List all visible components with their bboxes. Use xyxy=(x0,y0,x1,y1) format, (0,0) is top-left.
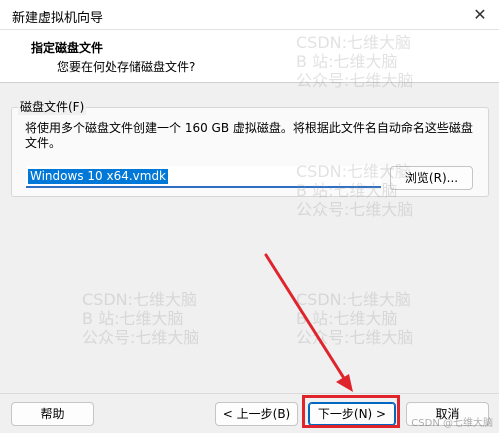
watermark-line: 公众号:七维大脑 xyxy=(82,328,200,347)
next-button[interactable]: 下一步(N) > xyxy=(308,402,396,426)
title-bar: 新建虚拟机向导 ✕ xyxy=(0,0,499,30)
credit-watermark: CSDN @七维大脑 xyxy=(411,418,493,429)
watermark-line: B 站:七维大脑 xyxy=(82,309,184,328)
disk-file-description: 将使用多个磁盘文件创建一个 160 GB 虚拟磁盘。将根据此文件名自动命名这些磁… xyxy=(25,121,473,150)
watermark: CSDN:七维大脑 B 站:七维大脑 公众号:七维大脑 xyxy=(296,290,413,347)
watermark-line: 公众号:七维大脑 xyxy=(296,328,414,347)
browse-button[interactable]: 浏览(R)... xyxy=(390,166,473,190)
page-subtitle: 您要在何处存储磁盘文件? xyxy=(57,60,196,74)
wizard-header: 指定磁盘文件 您要在何处存储磁盘文件? xyxy=(0,30,499,83)
page-title: 指定磁盘文件 xyxy=(31,41,104,55)
close-icon[interactable]: ✕ xyxy=(469,4,491,26)
watermark-line: B 站:七维大脑 xyxy=(296,309,398,328)
back-button[interactable]: < 上一步(B) xyxy=(215,402,298,426)
help-button[interactable]: 帮助 xyxy=(11,402,94,426)
window-title: 新建虚拟机向导 xyxy=(12,11,104,26)
disk-filename-input[interactable] xyxy=(26,166,381,188)
watermark-line: CSDN:七维大脑 xyxy=(296,290,412,309)
footer-divider xyxy=(0,393,499,394)
disk-file-group-label: 磁盘文件(F) xyxy=(18,98,87,115)
watermark-line: 公众号:七维大脑 xyxy=(296,200,414,219)
watermark-line: CSDN:七维大脑 xyxy=(82,290,198,309)
watermark: CSDN:七维大脑 B 站:七维大脑 公众号:七维大脑 xyxy=(82,290,199,347)
